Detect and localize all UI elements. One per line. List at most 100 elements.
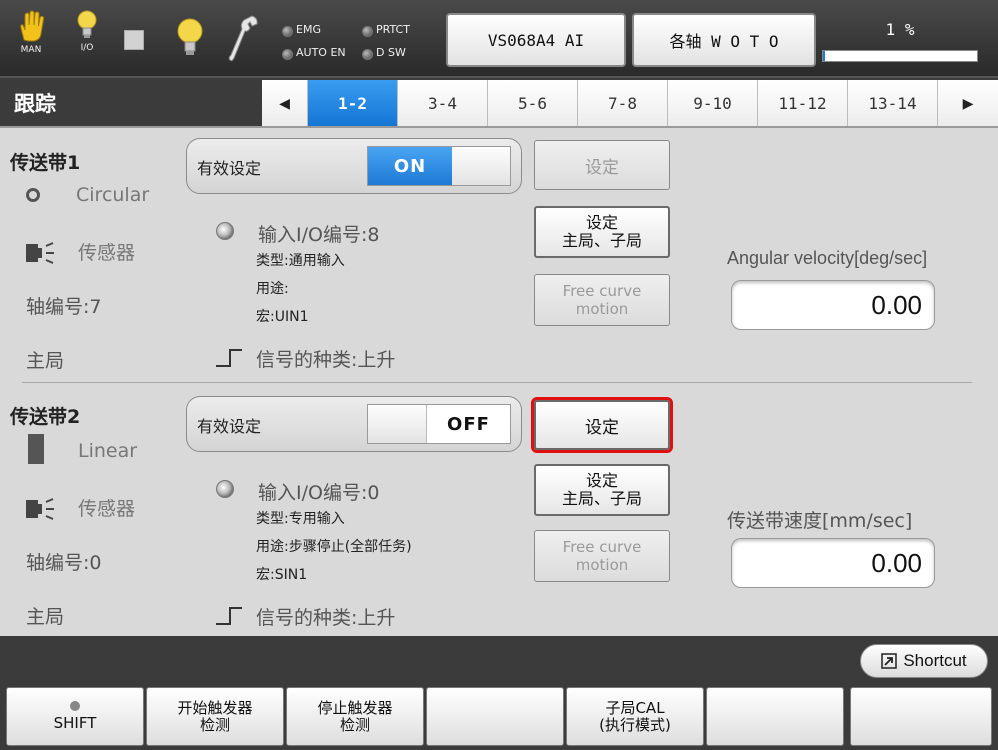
fkey-line1: 开始触发器 (177, 698, 253, 717)
conveyor1-input-io: 输入I/O编号:8 (258, 224, 380, 246)
slave-cal-button[interactable]: 子局CAL (执行模式) (566, 687, 704, 746)
fkey-line1: 子局CAL (605, 698, 665, 717)
conveyor2-axis-label: 轴编号:0 (26, 552, 102, 574)
conveyor1-free-curve-button[interactable]: Free curve motion (534, 274, 670, 326)
shortcut-button[interactable]: Shortcut (860, 644, 988, 678)
tab-1-2[interactable]: 1-2 (308, 80, 398, 126)
shortcut-label: Shortcut (903, 651, 967, 670)
toggle-knob (368, 405, 426, 443)
robot-model-button[interactable]: VS068A4 AI (446, 13, 626, 67)
tab-5-6[interactable]: 5-6 (488, 80, 578, 126)
button-line1: 设定 (585, 471, 618, 490)
fkey-line2: 检测 (199, 715, 230, 734)
page-title: 跟踪 (14, 92, 56, 116)
start-trigger-detect-button[interactable]: 开始触发器 检测 (146, 687, 284, 746)
conveyor2-enable-panel: 有效设定 OFF (186, 396, 522, 452)
conveyor2-free-curve-button[interactable]: Free curve motion (534, 530, 670, 582)
conveyor-settings-panel: 传送带1 Circular 传感器 轴编号:7 主局 有效设定 ON 输入I/O… (0, 126, 998, 636)
conveyor1-velocity-field[interactable]: 0.00 (731, 280, 935, 330)
hand-icon (20, 10, 45, 42)
sensor-icon (26, 498, 54, 520)
manual-mode-button[interactable]: MAN (14, 10, 48, 55)
shift-led-icon (70, 701, 80, 711)
tab-13-14[interactable]: 13-14 (848, 80, 938, 126)
toggle-on-label: ON (368, 147, 452, 185)
button-line1: 设定 (585, 213, 618, 232)
conveyor2-io-use: 用途:步骤停止(全部任务) (256, 539, 412, 555)
fkey-line2: 检测 (339, 715, 370, 734)
bulb-icon (77, 10, 97, 38)
rising-edge-icon (216, 607, 242, 625)
lamp-button[interactable] (176, 18, 204, 62)
linear-icon (28, 434, 44, 464)
conveyor1-master-slave-button[interactable]: 设定 主局、子局 (534, 206, 670, 258)
conveyor2-set-button[interactable]: 设定 (531, 397, 673, 453)
dsw-led-icon (362, 49, 373, 60)
emg-led-icon (282, 26, 293, 37)
speed-bar-fill (823, 51, 826, 61)
function-key-4[interactable] (426, 687, 564, 746)
conveyor1-io-type: 类型:通用输入 (256, 253, 345, 269)
conveyor1-axis-label: 轴编号:7 (26, 296, 102, 318)
conveyor2-velocity-field[interactable]: 0.00 (731, 538, 935, 588)
dsw-indicator-label: D SW (376, 46, 406, 59)
fkey-line2: SHIFT (53, 714, 97, 732)
conveyor2-master-label: 主局 (26, 606, 65, 628)
tab-11-12[interactable]: 11-12 (758, 80, 848, 126)
rising-edge-icon (216, 349, 242, 367)
button-line2: 主局、子局 (561, 231, 642, 250)
button-line2: 主局、子局 (561, 489, 642, 508)
conveyor2-master-slave-button[interactable]: 设定 主局、子局 (534, 464, 670, 516)
io-button[interactable]: I/O (72, 10, 102, 53)
conveyor1-enable-panel: 有效设定 ON (186, 138, 522, 194)
stop-square-icon[interactable] (124, 30, 144, 50)
function-key-7[interactable] (850, 687, 992, 746)
conveyor2-enable-toggle[interactable]: OFF (367, 404, 511, 444)
conveyor1-sensor-label: 传感器 (78, 242, 136, 264)
conveyor2-title: 传送带2 (10, 406, 81, 428)
conveyor2-io-type: 类型:专用输入 (256, 511, 345, 527)
emg-indicator-label: EMG (296, 23, 321, 36)
conveyor1-master-label: 主局 (26, 350, 65, 372)
chevron-left-icon: ◀ (279, 92, 290, 114)
prtct-led-icon (362, 26, 373, 37)
fkey-line2: (执行模式) (599, 715, 671, 734)
toggle-off-label: OFF (426, 405, 510, 443)
button-line1: Free curve (562, 282, 642, 300)
conveyor1-enable-label: 有效设定 (197, 159, 262, 178)
sensor-icon (26, 242, 54, 264)
status-bar: MAN I/O EMG PRTCT AUTO EN D SW VS068A4 A… (0, 0, 998, 78)
function-key-6[interactable] (706, 687, 844, 746)
tab-prev-button[interactable]: ◀ (262, 80, 308, 126)
conveyor1-title: 传送带1 (10, 152, 81, 174)
tab-7-8[interactable]: 7-8 (578, 80, 668, 126)
conveyor2-signal-kind: 信号的种类:上升 (256, 607, 396, 629)
conveyor1-enable-toggle[interactable]: ON (367, 146, 511, 186)
tab-9-10[interactable]: 9-10 (668, 80, 758, 126)
button-line2: motion (575, 300, 629, 318)
button-line1: Free curve (562, 538, 642, 556)
tab-next-button[interactable]: ▶ (938, 80, 998, 126)
conveyor2-sensor-label: 传感器 (78, 498, 136, 520)
conveyor2-type: Linear (78, 440, 138, 462)
axis-button[interactable]: 各轴 W O T O (632, 13, 816, 67)
mode-label: MAN (20, 45, 42, 55)
wrench-icon (228, 15, 258, 62)
tool-button[interactable] (228, 14, 260, 68)
conveyor1-type: Circular (76, 184, 150, 206)
external-link-icon (881, 653, 898, 669)
speed-bar[interactable] (822, 50, 978, 62)
bulb-icon (177, 18, 203, 55)
conveyor1-signal-kind: 信号的种类:上升 (256, 349, 396, 371)
conveyor2-io-macro: 宏:SIN1 (256, 567, 308, 583)
conveyor1-set-button[interactable]: 设定 (534, 140, 670, 190)
stop-trigger-detect-button[interactable]: 停止触发器 检测 (286, 687, 424, 746)
section-divider (22, 382, 972, 383)
auto-en-led-icon (282, 49, 293, 60)
toggle-knob (452, 147, 510, 185)
shift-key-button[interactable]: SHIFT (6, 687, 144, 746)
prtct-indicator-label: PRTCT (376, 23, 410, 36)
conveyor1-velocity-label: Angular velocity[deg/sec] (727, 248, 928, 268)
tab-3-4[interactable]: 3-4 (398, 80, 488, 126)
tab-bar: ◀ 1-2 3-4 5-6 7-8 9-10 11-12 13-14 ▶ (262, 80, 998, 126)
